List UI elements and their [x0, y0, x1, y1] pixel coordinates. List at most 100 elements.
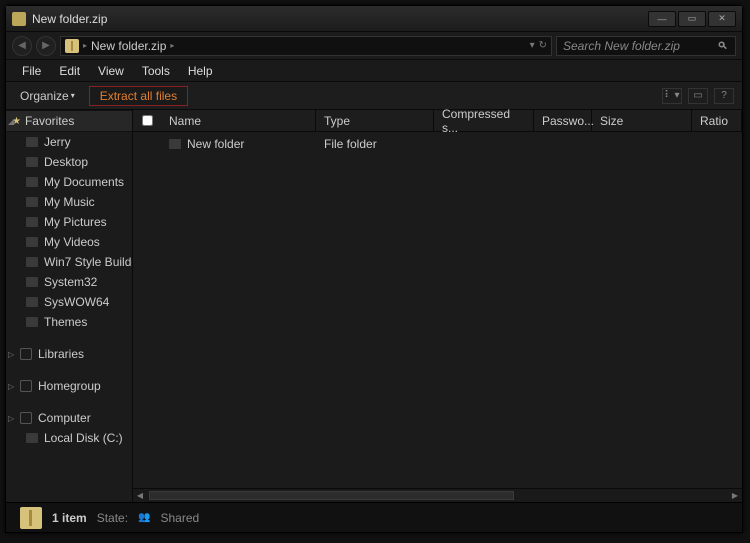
section-label: Homegroup — [38, 379, 101, 393]
sidebar-item[interactable]: My Videos — [6, 232, 132, 252]
zip-large-icon — [20, 507, 42, 529]
sidebar-item[interactable]: My Documents — [6, 172, 132, 192]
column-header[interactable]: Passwo... — [534, 110, 592, 131]
command-bar: Organize ▾ Extract all files ⠇ ▾ ▭ ? — [6, 82, 742, 110]
search-box[interactable]: Search New folder.zip — [556, 36, 736, 56]
window-title: New folder.zip — [32, 12, 107, 26]
file-type: File folder — [324, 137, 377, 151]
address-dropdown-icon[interactable]: ▾ — [530, 40, 535, 51]
section-icon — [20, 380, 32, 392]
sidebar-section[interactable]: ▷ Libraries — [6, 344, 132, 364]
folder-icon — [26, 177, 38, 187]
section-label: Libraries — [38, 347, 84, 361]
expand-icon[interactable]: ▷ — [8, 414, 14, 423]
preview-pane-button[interactable]: ▭ — [688, 88, 708, 104]
folder-icon — [26, 297, 38, 307]
sidebar-item-label: Jerry — [44, 135, 71, 149]
state-value: Shared — [161, 511, 200, 525]
file-rows: New folder File folder ◀ ▶ — [133, 132, 742, 502]
folder-icon — [26, 257, 38, 267]
section-icon — [20, 348, 32, 360]
view-options-button[interactable]: ⠇ ▾ — [662, 88, 682, 104]
sidebar-item-label: My Videos — [44, 235, 100, 249]
sidebar-item-label: My Pictures — [44, 215, 107, 229]
folder-icon — [26, 277, 38, 287]
organize-label: Organize — [20, 89, 69, 103]
folder-icon — [26, 137, 38, 147]
chevron-right-icon[interactable]: ▸ — [170, 41, 174, 50]
sidebar-item[interactable]: SysWOW64 — [6, 292, 132, 312]
close-button[interactable]: ✕ — [708, 11, 736, 27]
file-list-pane: NameTypeCompressed s...Passwo...SizeRati… — [133, 110, 742, 502]
select-all-checkbox[interactable] — [133, 110, 161, 131]
titlebar[interactable]: New folder.zip — ▭ ✕ — [6, 6, 742, 32]
menu-bar: File Edit View Tools Help — [6, 60, 742, 82]
minimize-button[interactable]: — — [648, 11, 676, 27]
organize-button[interactable]: Organize ▾ — [14, 87, 81, 105]
sidebar-item-label: My Documents — [44, 175, 124, 189]
sidebar-item[interactable]: System32 — [6, 272, 132, 292]
folder-icon — [26, 197, 38, 207]
horizontal-scrollbar[interactable]: ◀ ▶ — [133, 488, 742, 502]
menu-tools[interactable]: Tools — [134, 62, 178, 80]
sidebar-item[interactable]: Jerry — [6, 132, 132, 152]
sidebar-item-label: System32 — [44, 275, 97, 289]
column-header[interactable]: Size — [592, 110, 692, 131]
extract-all-files-button[interactable]: Extract all files — [89, 86, 188, 106]
address-bar[interactable]: ▸ New folder.zip ▸ ▾ ↻ — [60, 36, 552, 56]
folder-icon — [26, 237, 38, 247]
chevron-down-icon: ▾ — [71, 91, 75, 100]
folder-icon — [26, 157, 38, 167]
zip-icon — [12, 12, 26, 26]
help-button[interactable]: ? — [714, 88, 734, 104]
file-row[interactable]: New folder File folder — [133, 132, 742, 156]
column-headers: NameTypeCompressed s...Passwo...SizeRati… — [133, 110, 742, 132]
maximize-button[interactable]: ▭ — [678, 11, 706, 27]
section-icon — [20, 412, 32, 424]
forward-button[interactable]: ▶ — [36, 36, 56, 56]
sidebar-section[interactable]: ▷ Computer — [6, 408, 132, 428]
shared-icon: 👥 — [138, 512, 150, 523]
sidebar-item[interactable]: Local Disk (C:) — [6, 428, 132, 448]
column-header[interactable]: Name — [161, 110, 316, 131]
collapse-icon[interactable]: ◢ — [8, 117, 14, 126]
scroll-right-icon[interactable]: ▶ — [728, 489, 742, 502]
sidebar-section[interactable]: ▷ Homegroup — [6, 376, 132, 396]
sidebar-item[interactable]: Win7 Style Builder — [6, 252, 132, 272]
scroll-left-icon[interactable]: ◀ — [133, 489, 147, 502]
sidebar-item-label: Themes — [44, 315, 87, 329]
chevron-right-icon[interactable]: ▸ — [83, 41, 87, 50]
menu-help[interactable]: Help — [180, 62, 221, 80]
sidebar-item-label: SysWOW64 — [44, 295, 109, 309]
search-placeholder: Search New folder.zip — [563, 39, 680, 53]
refresh-icon[interactable]: ↻ — [539, 40, 547, 51]
sidebar-item-label: Desktop — [44, 155, 88, 169]
scroll-thumb[interactable] — [149, 491, 514, 500]
menu-edit[interactable]: Edit — [51, 62, 88, 80]
folder-icon — [169, 139, 181, 149]
column-header[interactable]: Ratio — [692, 110, 742, 131]
folder-icon — [26, 217, 38, 227]
sidebar-item[interactable]: Themes — [6, 312, 132, 332]
menu-view[interactable]: View — [90, 62, 132, 80]
status-bar: 1 item State: 👥 Shared — [6, 502, 742, 532]
sidebar-favorites-header[interactable]: ◢ ★ Favorites — [6, 110, 132, 132]
sidebar-item-label: My Music — [44, 195, 95, 209]
section-label: Computer — [38, 411, 91, 425]
item-count: 1 item — [52, 511, 87, 525]
file-name: New folder — [187, 137, 244, 151]
column-header[interactable]: Type — [316, 110, 434, 131]
favorites-label: Favorites — [25, 114, 74, 128]
zip-folder-icon — [65, 39, 79, 53]
sidebar-item[interactable]: Desktop — [6, 152, 132, 172]
drive-icon — [26, 433, 38, 443]
explorer-window: New folder.zip — ▭ ✕ ◀ ▶ ▸ New folder.zi… — [5, 5, 743, 533]
menu-file[interactable]: File — [14, 62, 49, 80]
column-header[interactable]: Compressed s... — [434, 110, 534, 131]
expand-icon[interactable]: ▷ — [8, 382, 14, 391]
address-segment[interactable]: New folder.zip — [91, 39, 166, 53]
expand-icon[interactable]: ▷ — [8, 350, 14, 359]
back-button[interactable]: ◀ — [12, 36, 32, 56]
sidebar-item[interactable]: My Pictures — [6, 212, 132, 232]
sidebar-item[interactable]: My Music — [6, 192, 132, 212]
